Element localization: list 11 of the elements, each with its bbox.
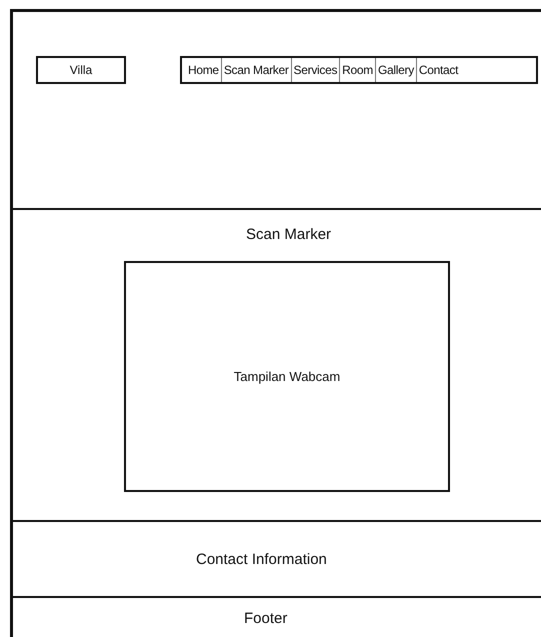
nav-link[interactable]: Scan Marker xyxy=(220,58,291,82)
logo[interactable]: Villa xyxy=(36,56,126,84)
nav-link[interactable]: Home xyxy=(182,58,221,82)
nav-link[interactable]: Contact xyxy=(416,58,536,82)
section-title: Scan Marker xyxy=(246,226,332,243)
nav-link[interactable]: Services xyxy=(290,58,340,82)
nav-link[interactable]: Room xyxy=(339,58,375,82)
contact-information: Contact Information xyxy=(196,550,327,568)
nav-link[interactable]: Gallery xyxy=(374,58,416,82)
webcam-label: Tampilan Wabcam xyxy=(234,369,340,384)
footer-text: Footer xyxy=(244,610,288,627)
